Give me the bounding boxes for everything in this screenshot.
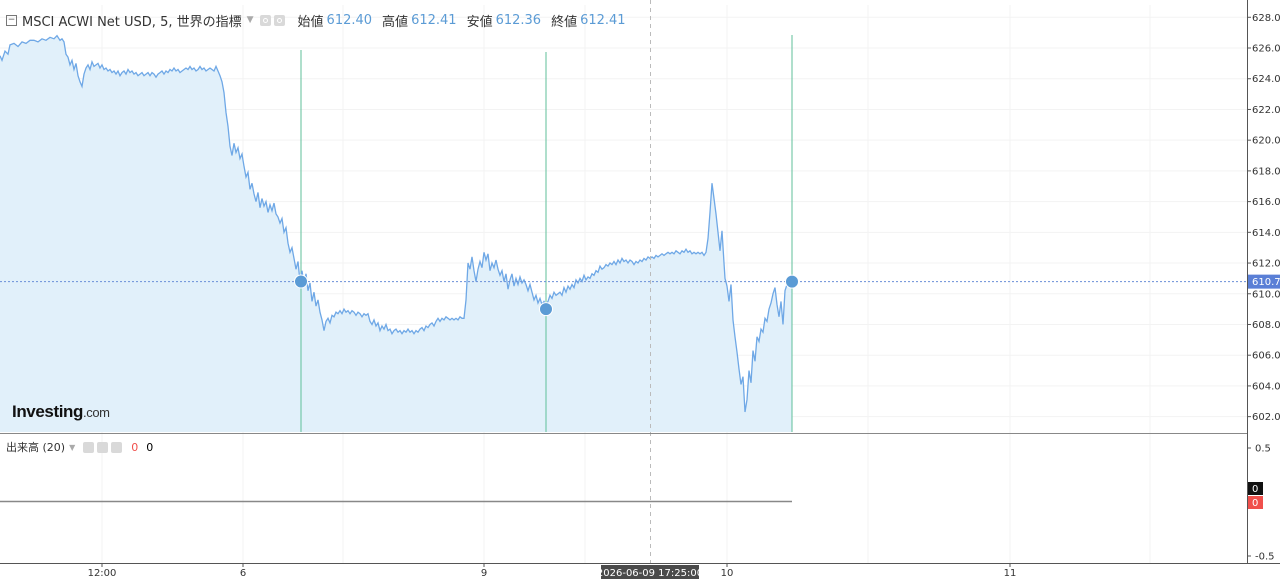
low-value: 612.36 (495, 12, 542, 28)
time-tick-label: 11 (1004, 568, 1017, 579)
time-tick-label: 12:00 (88, 568, 117, 579)
open-label: 始値 (297, 14, 324, 30)
price-tick-label: 624.00 (1252, 74, 1280, 85)
volume-tick-label: 0.5 (1255, 444, 1271, 455)
price-tick-label: 612.00 (1252, 259, 1280, 270)
open-value: 612.40 (326, 12, 373, 28)
close-value: 612.41 (580, 12, 626, 28)
price-tick-label: 606.00 (1252, 351, 1280, 362)
volume-value-red: 0 (131, 440, 139, 454)
price-tick-label: 628.00 (1252, 13, 1280, 24)
price-tick-label: 602.00 (1252, 412, 1280, 423)
price-chart[interactable]: 628.00 626.00 624.00 622.00 620.00 618.00 616.… (0, 0, 1280, 579)
time-tick-label: 10 (721, 568, 734, 579)
time-tick-label: 9 (481, 568, 487, 579)
close-icon[interactable] (111, 441, 123, 453)
volume-tick-label: -0.5 (1255, 552, 1275, 563)
settings-icon[interactable] (273, 14, 285, 26)
chart-title[interactable]: MSCI ACWI Net USD, 5, 世界の指標 (22, 11, 242, 30)
price-tick-label: 614.00 (1252, 228, 1280, 239)
current-price-label: 610.79 (1252, 277, 1280, 288)
chevron-down-icon[interactable]: ▼ (69, 443, 75, 452)
volume-badge-black-label: 0 (1252, 484, 1258, 495)
event-marker[interactable] (785, 274, 799, 289)
settings-icon[interactable] (97, 441, 109, 453)
volume-title[interactable]: 出来高 (20) (6, 439, 65, 455)
price-tick-label: 616.00 (1252, 197, 1280, 208)
time-tick-label: 6 (240, 568, 246, 579)
price-tick-label: 604.00 (1252, 381, 1280, 392)
low-label: 安値 (466, 14, 493, 30)
price-tick-label: 626.00 (1252, 44, 1280, 55)
event-marker[interactable] (294, 274, 308, 289)
volume-value-black: 0 (146, 440, 154, 454)
close-label: 終値 (551, 14, 578, 30)
visibility-icon[interactable] (83, 441, 95, 453)
event-marker[interactable] (539, 302, 553, 317)
collapse-icon[interactable]: − (6, 14, 17, 26)
chevron-down-icon[interactable]: ▼ (247, 15, 254, 25)
price-tick-label: 608.00 (1252, 320, 1280, 331)
price-tick-label: 620.00 (1252, 136, 1280, 147)
high-value: 612.41 (411, 12, 457, 28)
price-tick-label: 618.00 (1252, 166, 1280, 177)
volume-badge-red-label: 0 (1252, 498, 1258, 509)
crosshair-time-label: 2026-06-09 17:25:00 (597, 568, 703, 579)
high-label: 高値 (382, 14, 409, 30)
visibility-icon[interactable] (259, 14, 271, 26)
chart-legend: − MSCI ACWI Net USD, 5, 世界の指標 ▼ 始値 612.4… (6, 11, 626, 30)
price-tick-label: 610.00 (1252, 289, 1280, 300)
volume-legend: 出来高 (20) ▼ 0 0 (6, 439, 153, 455)
investing-logo: Investing.com (12, 402, 110, 421)
price-tick-label: 622.00 (1252, 105, 1280, 116)
